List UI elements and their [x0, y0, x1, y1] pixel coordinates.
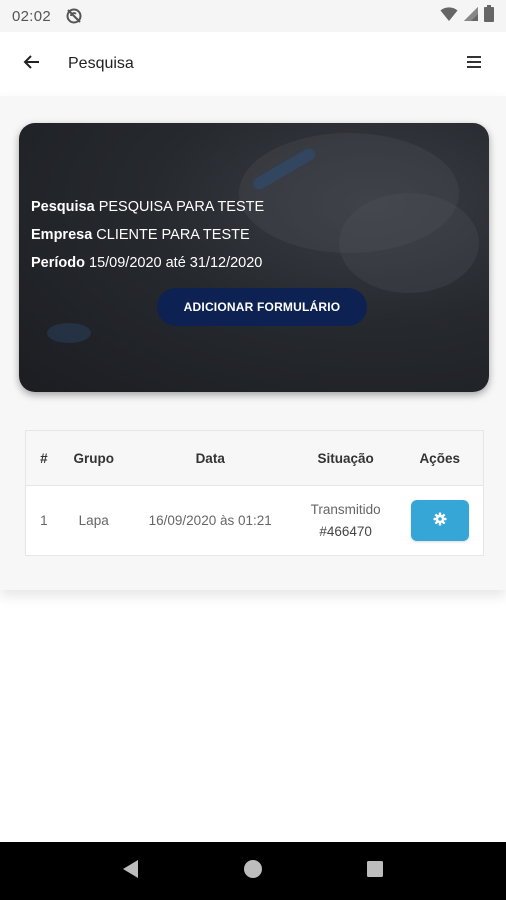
cell-actions — [396, 500, 483, 541]
cell-date: 16/09/2020 às 01:21 — [148, 513, 272, 528]
wifi-icon — [440, 6, 458, 27]
arrow-left-icon — [23, 54, 41, 75]
survey-hero-card: Pesquisa PESQUISA PARA TESTE Empresa CLI… — [19, 123, 489, 392]
table-row: 1 Lapa 16/09/2020 às 01:21 Transmitido #… — [26, 486, 483, 555]
table-header: # Grupo Data Situação Ações — [26, 431, 483, 486]
status-text: Transmitido — [310, 501, 381, 517]
survey-info: Pesquisa PESQUISA PARA TESTE Empresa CLI… — [31, 193, 264, 277]
page-title: Pesquisa — [68, 55, 134, 72]
sync-disabled-icon — [65, 7, 83, 25]
survey-name-line: Pesquisa PESQUISA PARA TESTE — [31, 193, 264, 221]
nav-back-button[interactable] — [107, 847, 155, 895]
period-label: Período — [31, 255, 85, 271]
company-line: Empresa CLIENTE PARA TESTE — [31, 221, 264, 249]
menu-button[interactable] — [458, 48, 490, 80]
company-label: Empresa — [31, 227, 93, 243]
column-header-group: Grupo — [73, 450, 114, 466]
survey-label: Pesquisa — [31, 199, 95, 215]
content-panel: Pesquisa PESQUISA PARA TESTE Empresa CLI… — [0, 96, 506, 590]
column-header-actions: Ações — [419, 450, 460, 466]
column-header-index: # — [40, 450, 48, 466]
period-line: Período 15/09/2020 até 31/12/2020 — [31, 249, 264, 277]
status-icons — [440, 5, 494, 27]
submissions-table: # Grupo Data Situação Ações 1 Lapa 16/09… — [25, 430, 484, 556]
app-bar: Pesquisa — [0, 32, 506, 96]
back-triangle-icon — [122, 859, 140, 884]
nav-recents-button[interactable] — [351, 847, 399, 895]
status-id: #466470 — [319, 523, 372, 539]
add-form-button[interactable]: ADICIONAR FORMULÁRIO — [157, 288, 367, 326]
period-value: 15/09/2020 até 31/12/2020 — [89, 255, 263, 271]
cell-group: Lapa — [78, 513, 109, 528]
recents-square-icon — [366, 860, 384, 883]
home-circle-icon — [243, 859, 263, 884]
battery-icon — [484, 5, 494, 27]
status-bar: 02:02 — [0, 0, 506, 32]
column-header-status: Situação — [317, 450, 374, 466]
status-time: 02:02 — [12, 7, 52, 25]
cell-index: 1 — [40, 513, 48, 528]
gear-icon — [433, 512, 447, 529]
back-button[interactable] — [16, 48, 48, 80]
cell-status: Transmitido #466470 — [295, 499, 397, 543]
nav-home-button[interactable] — [229, 847, 277, 895]
hamburger-menu-icon — [466, 55, 482, 74]
column-header-date: Data — [195, 450, 225, 466]
company-value: CLIENTE PARA TESTE — [96, 227, 250, 243]
signal-icon — [463, 6, 479, 27]
survey-value: PESQUISA PARA TESTE — [98, 199, 265, 215]
row-settings-button[interactable] — [410, 500, 469, 541]
system-nav-bar — [0, 842, 506, 900]
